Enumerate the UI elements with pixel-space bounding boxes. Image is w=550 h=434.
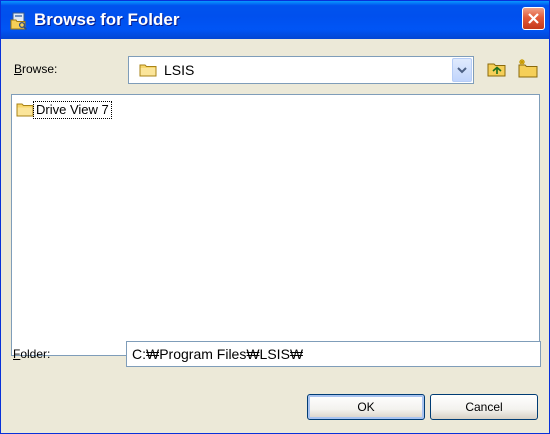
ok-button[interactable]: OK	[307, 394, 425, 420]
browse-label: Browse:	[14, 62, 58, 76]
folder-browse-icon	[10, 12, 28, 30]
folder-icon	[16, 103, 34, 117]
list-item-label: Drive View 7	[33, 101, 112, 119]
browse-selected-value: LSIS	[164, 62, 195, 78]
folder-label: Folder:	[13, 347, 51, 361]
new-folder-icon	[518, 59, 538, 78]
folder-icon	[139, 64, 157, 77]
up-one-level-button[interactable]	[486, 58, 508, 80]
folder-list-view[interactable]: Drive View 7	[11, 94, 540, 356]
dialog-client-area: Browse: LSIS Drive View 7 Folder: C:₩Pro…	[4, 39, 546, 430]
title-bar[interactable]: Browse for Folder	[1, 1, 549, 39]
chevron-down-icon	[457, 67, 467, 74]
create-new-folder-button[interactable]	[516, 58, 538, 80]
browse-for-folder-dialog: Browse for Folder Browse: LSIS Drive Vie…	[0, 0, 550, 434]
close-button[interactable]	[522, 7, 545, 30]
dialog-title: Browse for Folder	[34, 10, 180, 29]
folder-up-icon	[487, 63, 506, 77]
folder-path-field[interactable]	[126, 341, 541, 367]
close-icon	[528, 13, 539, 24]
cancel-button[interactable]: Cancel	[430, 394, 538, 420]
browse-combobox[interactable]: LSIS	[128, 56, 474, 84]
dropdown-button[interactable]	[452, 58, 472, 82]
